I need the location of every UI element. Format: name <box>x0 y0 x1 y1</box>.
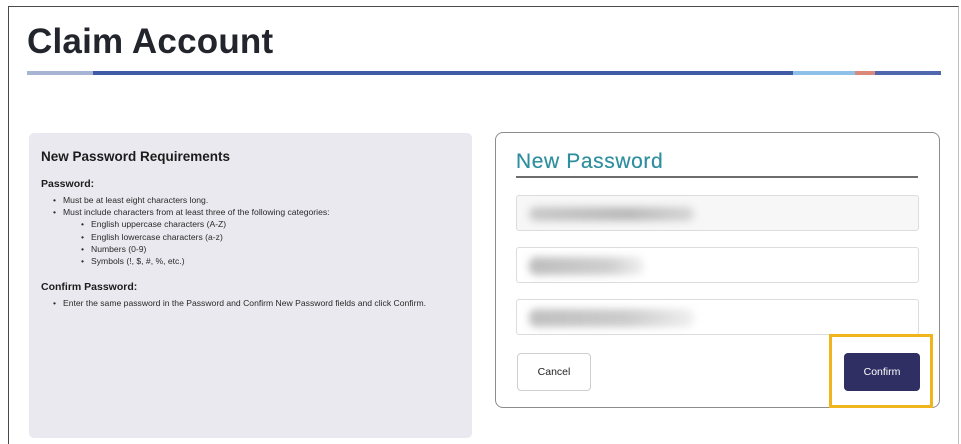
confirm-password-rules-label: Confirm Password: <box>41 281 138 294</box>
confirm-password-field[interactable] <box>516 299 919 335</box>
password-rules-list: Must be at least eight characters long. … <box>41 194 460 267</box>
title-underline-segment <box>875 71 941 75</box>
list-item: English lowercase characters (a-z) <box>41 231 460 243</box>
confirm-password-rules-list: Enter the same password in the Password … <box>41 297 460 309</box>
password-rules-label: Password: <box>41 178 95 190</box>
list-item: Must be at least eight characters long. <box>41 194 460 206</box>
redacted-value <box>529 257 644 275</box>
password-requirements-panel: New Password Requirements Password: Must… <box>29 133 472 438</box>
title-underline <box>27 71 941 75</box>
new-password-form: New Password Cancel Confirm <box>495 132 940 408</box>
requirements-heading: New Password Requirements <box>41 149 231 164</box>
form-title: New Password <box>516 150 664 173</box>
title-underline-segment <box>855 71 875 75</box>
list-item: Symbols (!, $, #, %, etc.) <box>41 255 460 267</box>
title-underline-segment <box>793 71 855 75</box>
list-item: Numbers (0-9) <box>41 243 460 255</box>
redacted-value <box>529 207 694 221</box>
confirm-button[interactable]: Confirm <box>844 353 920 391</box>
title-underline-segment <box>93 71 793 75</box>
list-item: Enter the same password in the Password … <box>41 297 460 309</box>
list-item: Must include characters from at least th… <box>41 206 460 218</box>
username-field[interactable] <box>516 195 919 231</box>
form-title-underline <box>516 176 918 178</box>
page-title: Claim Account <box>27 22 274 61</box>
redacted-value <box>529 309 694 327</box>
title-underline-segment <box>27 71 93 75</box>
cancel-button[interactable]: Cancel <box>517 353 591 391</box>
password-field[interactable] <box>516 247 919 283</box>
list-item: English uppercase characters (A-Z) <box>41 218 460 230</box>
